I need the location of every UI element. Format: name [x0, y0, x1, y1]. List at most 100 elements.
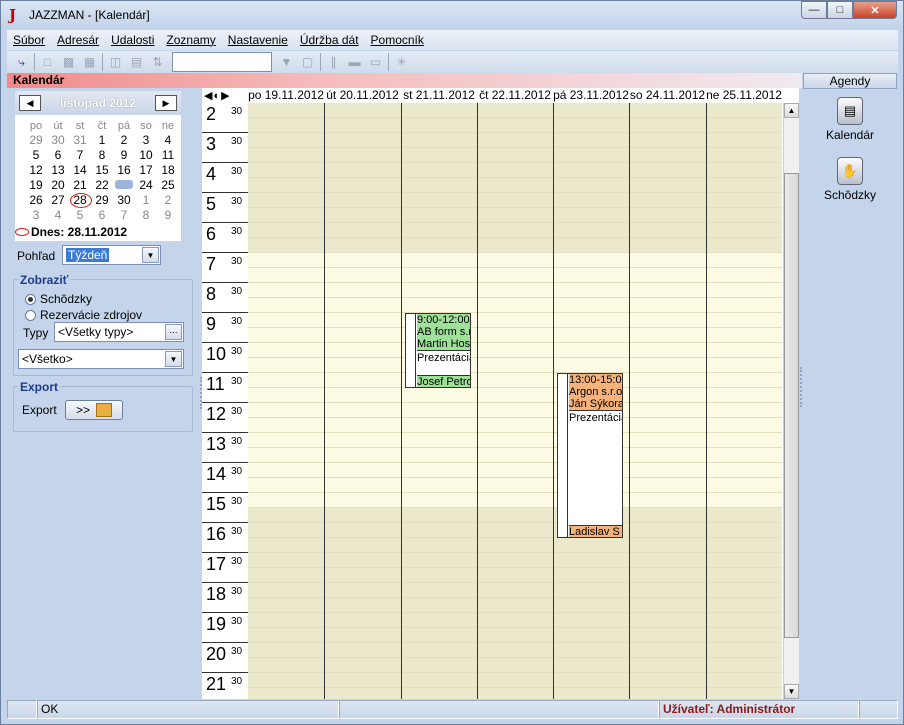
delete-icon[interactable]: ▦ [79, 53, 100, 71]
calendar-day[interactable]: 3 [135, 133, 157, 148]
time-slot[interactable] [248, 403, 782, 418]
menu-pomocnik[interactable]: Pomocník [365, 33, 430, 47]
save-icon[interactable]: ▩ [58, 53, 79, 71]
time-slot[interactable] [248, 358, 782, 373]
time-slot[interactable] [248, 673, 782, 688]
calendar-day[interactable]: 6 [47, 148, 69, 163]
time-slot[interactable] [248, 328, 782, 343]
calendar-day[interactable]: 1 [135, 193, 157, 208]
time-slot[interactable] [248, 598, 782, 613]
time-slot[interactable] [248, 538, 782, 553]
week-grid[interactable]: 9:00-12:00AB form s.r.o.Martin HosPrezen… [248, 103, 782, 699]
calendar-day[interactable]: 24 [135, 178, 157, 193]
prev-month-button[interactable]: ◀ [19, 95, 41, 111]
comment-icon[interactable]: ▭ [365, 53, 386, 71]
calendar-day[interactable]: 19 [25, 178, 47, 193]
day-header[interactable]: po 19.11.2012 [248, 88, 324, 103]
day-header[interactable]: čt 22.11.2012 [477, 88, 553, 103]
time-slot[interactable] [248, 103, 782, 118]
calendar-event[interactable]: 9:00-12:00AB form s.r.o.Martin HosPrezen… [405, 313, 471, 388]
time-slot[interactable] [248, 628, 782, 643]
calendar-day[interactable]: 30 [47, 133, 69, 148]
calendar-day[interactable]: 8 [135, 208, 157, 223]
calendar-day[interactable]: 12 [25, 163, 47, 178]
time-slot[interactable] [248, 643, 782, 658]
calendar-day[interactable]: 17 [135, 163, 157, 178]
time-slot[interactable] [248, 448, 782, 463]
day-header[interactable]: st 21.11.2012 [401, 88, 477, 103]
time-slot[interactable] [248, 493, 782, 508]
menu-udrzba-dat[interactable]: Údržba dát [294, 33, 365, 47]
radio-dot[interactable] [25, 293, 36, 305]
filter-icon[interactable]: ▼ [276, 53, 297, 71]
time-slot[interactable] [248, 208, 782, 223]
jazzman-app-icon[interactable]: J [9, 7, 23, 23]
calendar-day[interactable]: 29 [91, 193, 113, 208]
calendar-day[interactable]: 26 [25, 193, 47, 208]
calendar-day[interactable]: 5 [69, 208, 91, 223]
settings-icon[interactable]: ✳ [391, 53, 412, 71]
calendar-event[interactable]: 13:00-15:00 Argon s.r.o. Ján Sýkora Prezent… [557, 373, 623, 538]
day-header[interactable]: út 20.11.2012 [324, 88, 401, 103]
radio-schodzky[interactable]: Schôdzky [25, 292, 92, 306]
day-header[interactable]: ne 25.11.2012 [706, 88, 782, 103]
calendar-day[interactable]: 2 [157, 193, 179, 208]
time-slot[interactable] [248, 463, 782, 478]
sort-icon[interactable]: ⇅ [147, 53, 168, 71]
calendar-day[interactable]: 7 [113, 208, 135, 223]
time-slot[interactable] [248, 553, 782, 568]
next-week-icon[interactable]: ▶ [221, 90, 230, 102]
time-slot[interactable] [248, 238, 782, 253]
filter-select[interactable]: <Všetko> ▼ [18, 349, 184, 369]
calendar-day[interactable]: 29 [25, 133, 47, 148]
menu-udalosti[interactable]: Udalosti [105, 33, 160, 47]
calendar-day[interactable]: 2 [113, 133, 135, 148]
calendar-day[interactable]: 30 [113, 193, 135, 208]
calendar-day[interactable]: 15 [91, 163, 113, 178]
time-slot[interactable] [248, 433, 782, 448]
calendar-day[interactable]: 10 [135, 148, 157, 163]
time-slot[interactable] [248, 418, 782, 433]
agenda-kalendar[interactable]: ▤ Kalendár [803, 97, 897, 142]
calendar-day[interactable]: 6 [91, 208, 113, 223]
time-slot[interactable] [248, 178, 782, 193]
calendar-day[interactable]: 9 [157, 208, 179, 223]
view-select[interactable]: Týždeň ▼ [62, 245, 161, 265]
agendy-header[interactable]: Agendy [803, 73, 897, 89]
radio-dot[interactable] [25, 309, 36, 321]
calendar-day[interactable]: 11 [157, 148, 179, 163]
calendar-day[interactable]: 8 [91, 148, 113, 163]
time-slot[interactable] [248, 223, 782, 238]
time-slot[interactable] [248, 688, 782, 699]
maximize-button[interactable]: □ [827, 1, 853, 19]
menu-subor[interactable]: Súbor [7, 33, 51, 47]
time-slot[interactable] [248, 523, 782, 538]
calendar-day[interactable]: 7 [69, 148, 91, 163]
calendar-day[interactable]: 27 [47, 193, 69, 208]
minimize-button[interactable]: — [801, 1, 827, 19]
runner-icon[interactable]: ⤷ [11, 53, 32, 71]
types-select[interactable]: <Všetky typy> ⋯ [54, 322, 184, 342]
scroll-thumb[interactable] [784, 173, 799, 638]
calendar-day[interactable]: 13 [47, 163, 69, 178]
time-slot[interactable] [248, 253, 782, 268]
layers-icon[interactable]: ▢ [297, 53, 318, 71]
time-slot[interactable] [248, 313, 782, 328]
calendar-day[interactable]: 18 [157, 163, 179, 178]
scroll-up-icon[interactable]: ▲ [784, 103, 799, 118]
calendar-day[interactable]: 16 [113, 163, 135, 178]
agenda-schodzky[interactable]: ✋ Schôdzky [803, 157, 897, 202]
calendar-day[interactable]: 14 [69, 163, 91, 178]
ellipsis-icon[interactable]: ⋯ [165, 324, 182, 340]
time-slot[interactable] [248, 193, 782, 208]
calendar-day[interactable]: 22 [91, 178, 113, 193]
time-slot[interactable] [248, 148, 782, 163]
title-bar[interactable]: J JAZZMAN - [Kalendár] — □ ✕ [1, 1, 903, 29]
menu-nastavenie[interactable]: Nastavenie [222, 33, 294, 47]
scroll-down-icon[interactable]: ▼ [784, 684, 799, 699]
calendar-day[interactable]: 1 [91, 133, 113, 148]
menu-adresar[interactable]: Adresár [51, 33, 105, 47]
time-slot[interactable] [248, 613, 782, 628]
time-slot[interactable] [248, 268, 782, 283]
time-slot[interactable] [248, 583, 782, 598]
